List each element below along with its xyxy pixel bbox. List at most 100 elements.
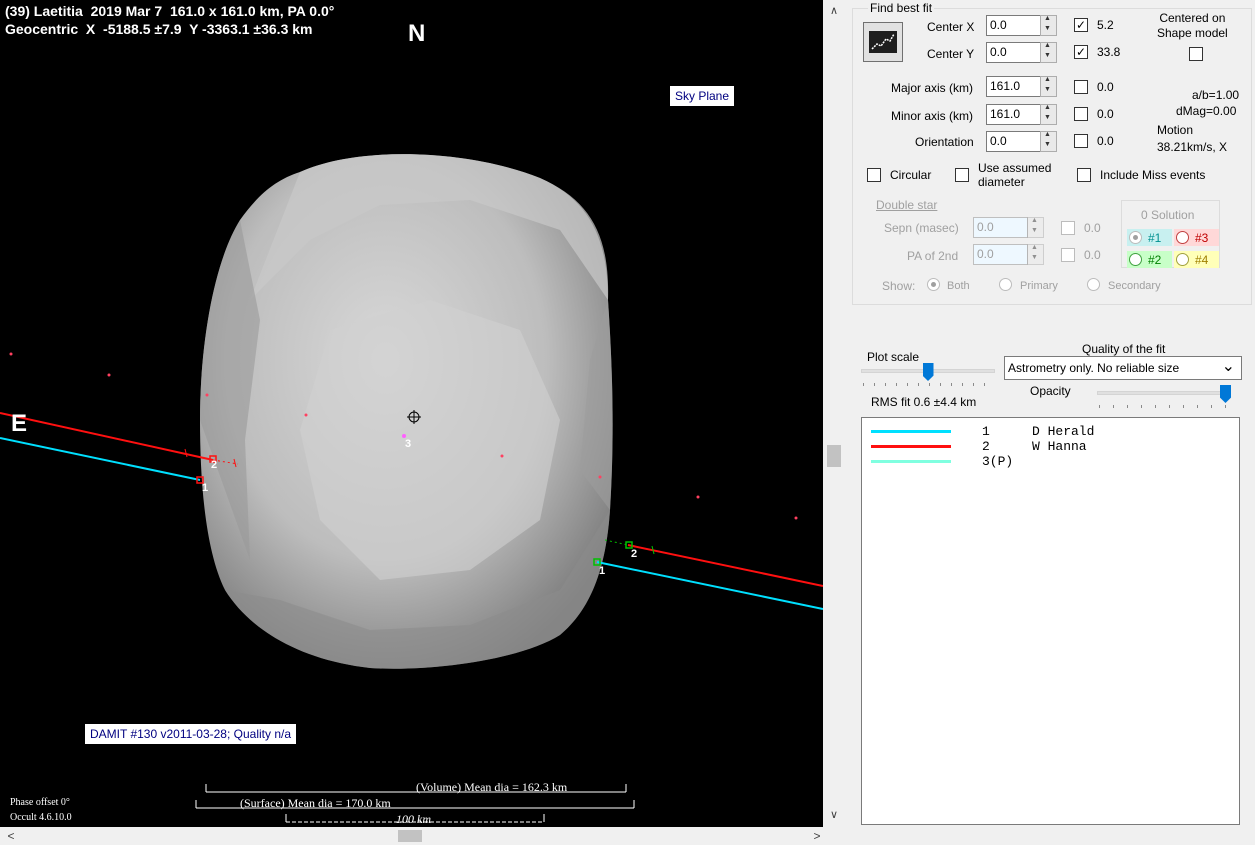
plot-scale-ticks (863, 383, 985, 386)
sepn-label: Sepn (masec) (884, 221, 959, 235)
find-best-fit-button[interactable] (863, 22, 903, 62)
include-miss-checkbox[interactable] (1077, 168, 1091, 182)
major-axis-spinner[interactable] (1040, 76, 1057, 97)
orientation-spinner[interactable] (1040, 131, 1057, 152)
circular-checkbox[interactable] (867, 168, 881, 182)
sepn-fit-value: 0.0 (1084, 221, 1101, 235)
solution-2-radio[interactable] (1129, 253, 1142, 266)
solution-3-option[interactable]: #3 (1174, 229, 1219, 246)
horizontal-scrollbar[interactable]: < > (0, 827, 845, 845)
center-x-field[interactable]: 0.0 (986, 15, 1041, 36)
occultation-plot[interactable]: (39) Laetitia 2019 Mar 7 161.0 x 161.0 k… (0, 0, 823, 827)
ab-ratio-text: a/b=1.00 (1192, 88, 1240, 102)
east-label: E (11, 410, 28, 437)
km-scale-text: 100 km (396, 812, 431, 826)
pa2-field[interactable]: 0.0 (973, 244, 1028, 265)
plot-canvas (0, 154, 823, 823)
scroll-up-icon[interactable]: ∧ (823, 4, 845, 22)
horizontal-scroll-thumb[interactable] (398, 830, 422, 842)
chord-label-1-right: 1 (599, 565, 606, 577)
solution-2-label: #2 (1148, 253, 1162, 267)
legend-row[interactable]: 2 W Hanna (862, 439, 1239, 454)
pa2-fit-checkbox[interactable] (1061, 248, 1075, 262)
vertical-scroll-thumb[interactable] (827, 445, 841, 467)
surface-diameter-text: (Surface) Mean dia = 170.0 km (240, 796, 391, 810)
legend-line-swatch (871, 430, 951, 433)
center-x-fit-checkbox[interactable]: ✓ (1074, 18, 1088, 32)
solution-4-label: #4 (1195, 253, 1209, 267)
opacity-ticks (1099, 405, 1226, 408)
sepn-fit-checkbox[interactable] (1061, 221, 1075, 235)
major-axis-fit-checkbox[interactable] (1074, 80, 1088, 94)
quality-of-fit-value: Astrometry only. No reliable size (1008, 361, 1180, 375)
solution-4-option[interactable]: #4 (1174, 251, 1219, 268)
sepn-field[interactable]: 0.0 (973, 217, 1028, 238)
quality-of-fit-label: Quality of the fit (1082, 342, 1166, 356)
solution-2-option[interactable]: #2 (1127, 251, 1172, 268)
solution-3-label: #3 (1195, 231, 1209, 245)
asteroid-shape-model (200, 154, 613, 669)
pa2-label: PA of 2nd (907, 249, 959, 263)
solution-title: 0 Solution (1141, 208, 1195, 222)
legend-row[interactable]: 3(P) (862, 454, 1239, 469)
legend-chord-number: 2 (982, 439, 990, 454)
orientation-fit-checkbox[interactable] (1074, 134, 1088, 148)
opacity-label: Opacity (1030, 384, 1071, 398)
geocentric-coordinates: Geocentric X -5188.5 ±7.9 Y -3363.1 ±36.… (5, 21, 313, 37)
solution-4-radio[interactable] (1176, 253, 1189, 266)
minor-axis-field[interactable]: 161.0 (986, 104, 1041, 125)
assumed-diameter-checkbox[interactable] (955, 168, 969, 182)
center-y-spinner[interactable] (1040, 42, 1057, 63)
chord-label-3: 3 (405, 438, 412, 450)
show-secondary-radio[interactable] (1087, 278, 1100, 291)
minor-axis-fit-checkbox[interactable] (1074, 107, 1088, 121)
pa2-spinner[interactable] (1027, 244, 1044, 265)
pa2-fit-value: 0.0 (1084, 248, 1101, 262)
quality-of-fit-dropdown[interactable]: Astrometry only. No reliable size (1004, 356, 1242, 380)
sepn-spinner[interactable] (1027, 217, 1044, 238)
observer-legend[interactable]: 1 D Herald 2 W Hanna 3(P) (861, 417, 1240, 825)
chart-fit-icon (869, 31, 897, 53)
scroll-right-icon[interactable]: > (808, 827, 826, 845)
solution-3-radio[interactable] (1176, 231, 1189, 244)
orientation-label: Orientation (915, 135, 974, 149)
vertical-scrollbar[interactable]: ∧ ∨ (823, 0, 845, 827)
solution-group: 0 Solution #1 #3 #2 #4 (1121, 200, 1220, 268)
legend-observer-name: W Hanna (1032, 439, 1087, 454)
rms-fit-text: RMS fit 0.6 ±4.4 km (871, 395, 977, 409)
center-x-spinner[interactable] (1040, 15, 1057, 36)
plot-scale-slider-thumb[interactable] (922, 363, 934, 381)
shape-model-label: DAMIT #130 v2011-03-28; Quality n/a (85, 724, 296, 744)
center-y-fit-checkbox[interactable]: ✓ (1074, 45, 1088, 59)
legend-row[interactable]: 1 D Herald (862, 424, 1239, 439)
solution-1-label: #1 (1148, 231, 1162, 245)
show-label: Show: (882, 279, 916, 293)
dmag-text: dMag=0.00 (1176, 104, 1237, 118)
version-text: Occult 4.6.10.0 (10, 812, 72, 823)
major-axis-field[interactable]: 161.0 (986, 76, 1041, 97)
scroll-left-icon[interactable]: < (2, 827, 20, 845)
event-title: (39) Laetitia 2019 Mar 7 161.0 x 161.0 k… (5, 3, 335, 19)
opacity-track[interactable] (1097, 391, 1231, 395)
center-y-field[interactable]: 0.0 (986, 42, 1041, 63)
phase-offset-text: Phase offset 0° (10, 797, 70, 808)
opacity-slider-thumb[interactable] (1220, 385, 1231, 403)
centered-on-shape-checkbox[interactable] (1189, 47, 1203, 61)
minor-axis-spinner[interactable] (1040, 104, 1057, 125)
show-secondary-label: Secondary (1108, 280, 1161, 292)
chord-2-line-right (627, 544, 823, 587)
show-primary-label: Primary (1020, 280, 1058, 292)
solution-1-option[interactable]: #1 (1127, 229, 1172, 246)
solution-1-radio[interactable] (1129, 231, 1142, 244)
minor-axis-fit-value: 0.0 (1097, 107, 1114, 121)
show-both-radio[interactable] (927, 278, 940, 291)
legend-line-swatch (871, 460, 951, 463)
scroll-down-icon[interactable]: ∨ (823, 808, 845, 826)
assumed-diameter-label: Use assumed diameter (978, 161, 1052, 189)
centered-on-shape-label: Centered on Shape model (1157, 11, 1228, 40)
plot-scale-label: Plot scale (867, 350, 920, 364)
sky-plane-button[interactable]: Sky Plane (670, 86, 735, 106)
show-primary-radio[interactable] (999, 278, 1012, 291)
orientation-field[interactable]: 0.0 (986, 131, 1041, 152)
legend-line-swatch (871, 445, 951, 448)
